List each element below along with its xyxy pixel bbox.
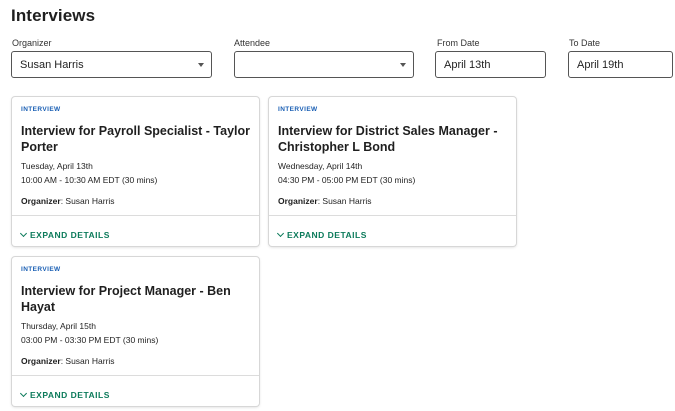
card-title: Interview for District Sales Manager - C… <box>278 124 498 154</box>
card-tag: INTERVIEW <box>21 266 61 273</box>
attendee-select[interactable] <box>234 51 414 78</box>
card-title: Interview for Payroll Specialist - Taylo… <box>21 124 251 154</box>
organizer-label: Organizer <box>21 196 61 206</box>
card-divider <box>269 215 516 216</box>
card-tag: INTERVIEW <box>278 106 318 113</box>
page-title: Interviews <box>11 6 96 25</box>
from-date-input[interactable]: April 13th <box>435 51 546 78</box>
interview-card: INTERVIEW Interview for Project Manager … <box>12 257 259 406</box>
card-divider <box>12 215 259 216</box>
organizer-name: : Susan Harris <box>317 196 372 206</box>
card-divider <box>12 375 259 376</box>
interview-card: INTERVIEW Interview for District Sales M… <box>269 97 516 246</box>
expand-details-label: EXPAND DETAILS <box>287 230 367 240</box>
expand-details-label: EXPAND DETAILS <box>30 390 110 400</box>
card-time: 03:00 PM - 03:30 PM EDT (30 mins) <box>21 335 159 345</box>
card-tag: INTERVIEW <box>21 106 61 113</box>
card-time: 10:00 AM - 10:30 AM EDT (30 mins) <box>21 175 158 185</box>
organizer-label: Organizer <box>21 356 61 366</box>
chevron-down-icon <box>19 229 28 238</box>
card-date: Thursday, April 15th <box>21 321 96 331</box>
organizer-name: : Susan Harris <box>60 356 115 366</box>
organizer-name: : Susan Harris <box>60 196 115 206</box>
to-date-label: To Date <box>569 38 601 48</box>
card-date: Tuesday, April 13th <box>21 161 93 171</box>
from-date-value: April 13th <box>444 58 491 71</box>
expand-details-button[interactable]: EXPAND DETAILS <box>276 229 367 240</box>
organizer-label: Organizer <box>12 38 52 48</box>
card-time: 04:30 PM - 05:00 PM EDT (30 mins) <box>278 175 416 185</box>
expand-details-button[interactable]: EXPAND DETAILS <box>19 229 110 240</box>
card-organizer: Organizer: Susan Harris <box>21 196 115 206</box>
to-date-value: April 19th <box>577 58 624 71</box>
chevron-down-icon <box>19 389 28 398</box>
card-title: Interview for Project Manager - Ben Haya… <box>21 284 231 314</box>
card-date: Wednesday, April 14th <box>278 161 363 171</box>
from-date-label: From Date <box>437 38 480 48</box>
organizer-value: Susan Harris <box>20 58 84 71</box>
attendee-label: Attendee <box>234 38 271 48</box>
organizer-label: Organizer <box>278 196 318 206</box>
expand-details-label: EXPAND DETAILS <box>30 230 110 240</box>
to-date-input[interactable]: April 19th <box>568 51 673 78</box>
interview-card: INTERVIEW Interview for Payroll Speciali… <box>12 97 259 246</box>
chevron-down-icon <box>276 229 285 238</box>
card-organizer: Organizer: Susan Harris <box>278 196 372 206</box>
expand-details-button[interactable]: EXPAND DETAILS <box>19 389 110 400</box>
organizer-select[interactable]: Susan Harris <box>11 51 212 78</box>
chevron-down-icon <box>400 63 406 67</box>
chevron-down-icon <box>198 63 204 67</box>
card-organizer: Organizer: Susan Harris <box>21 356 115 366</box>
